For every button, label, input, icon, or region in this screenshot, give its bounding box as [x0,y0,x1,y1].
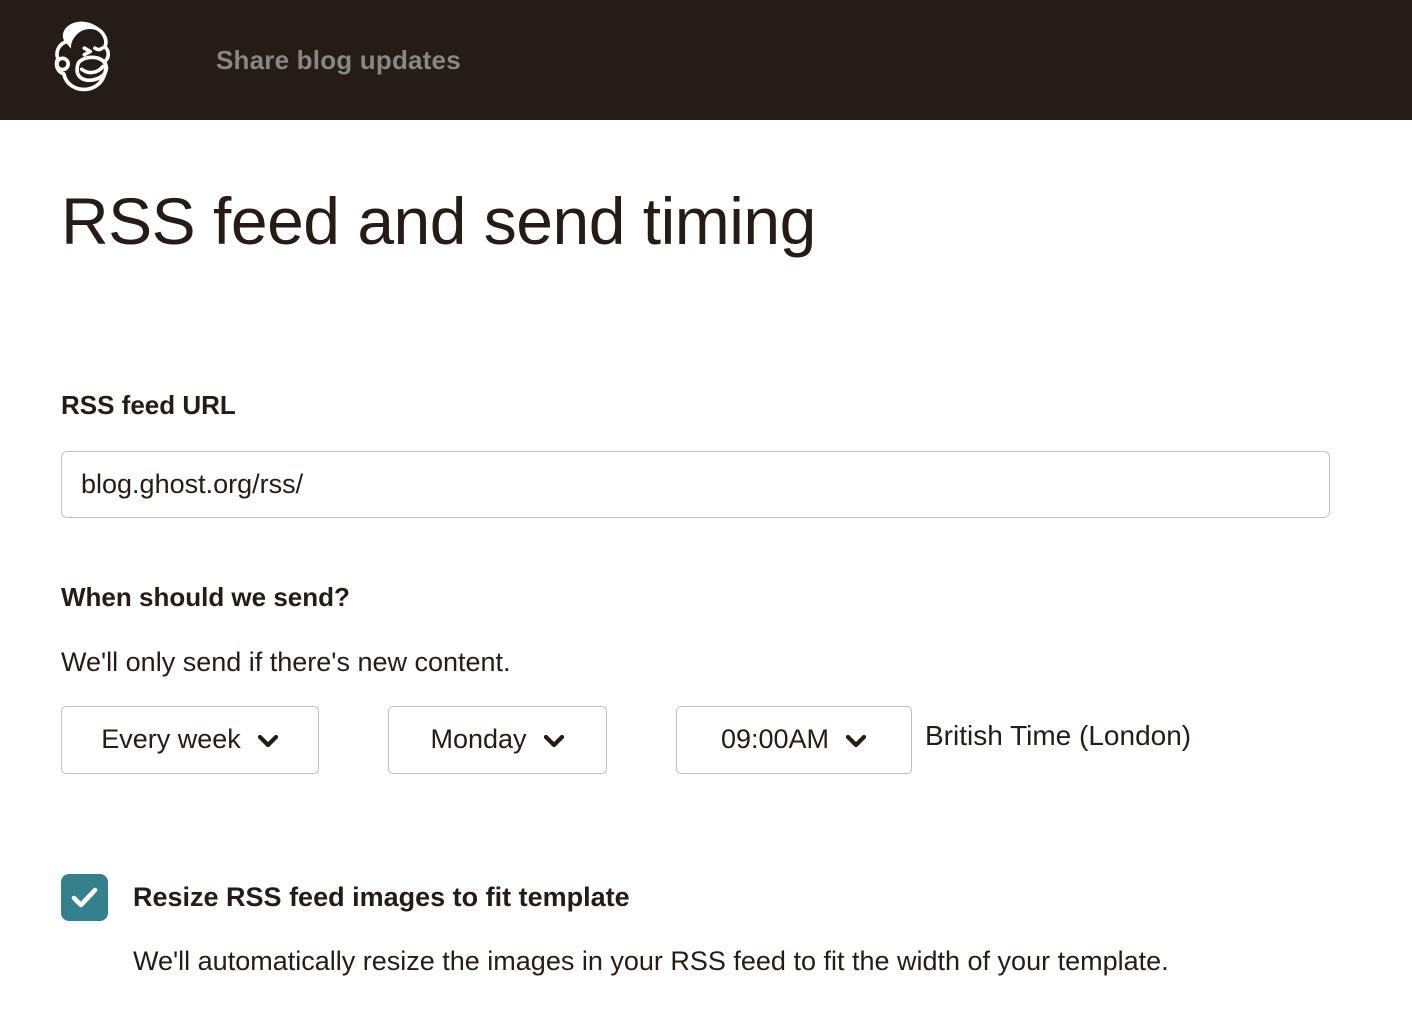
rss-feed-url-input[interactable] [61,451,1330,518]
send-schedule-heading: When should we send? [61,582,1330,613]
time-dropdown[interactable]: 09:00AM [676,706,912,774]
timezone-label: British Time (London) [925,720,1191,752]
campaign-title: Share blog updates [216,45,461,76]
chevron-down-icon [543,734,565,748]
frequency-selected-value: Every week [101,724,241,755]
resize-images-label[interactable]: Resize RSS feed images to fit template [133,882,630,913]
main-content: RSS feed and send timing RSS feed URL Wh… [0,184,1412,977]
app-header: Share blog updates [0,0,1412,120]
page-title: RSS feed and send timing [61,184,1330,260]
chevron-down-icon [257,734,279,748]
resize-images-checkbox[interactable] [61,874,108,921]
resize-option-row: Resize RSS feed images to fit template [61,874,1330,921]
day-dropdown[interactable]: Monday [388,706,607,774]
checkmark-icon [70,886,99,909]
chevron-down-icon [845,734,867,748]
resize-images-description: We'll automatically resize the images in… [133,946,1330,977]
send-schedule-note: We'll only send if there's new content. [61,647,1330,678]
day-selected-value: Monday [430,724,526,755]
rss-feed-url-label: RSS feed URL [61,390,1330,421]
mailchimp-freddie-icon[interactable] [50,15,116,105]
time-selected-value: 09:00AM [721,724,829,755]
send-schedule-controls: Every week Monday 09:00AM British Time (… [61,706,1330,774]
frequency-dropdown[interactable]: Every week [61,706,319,774]
